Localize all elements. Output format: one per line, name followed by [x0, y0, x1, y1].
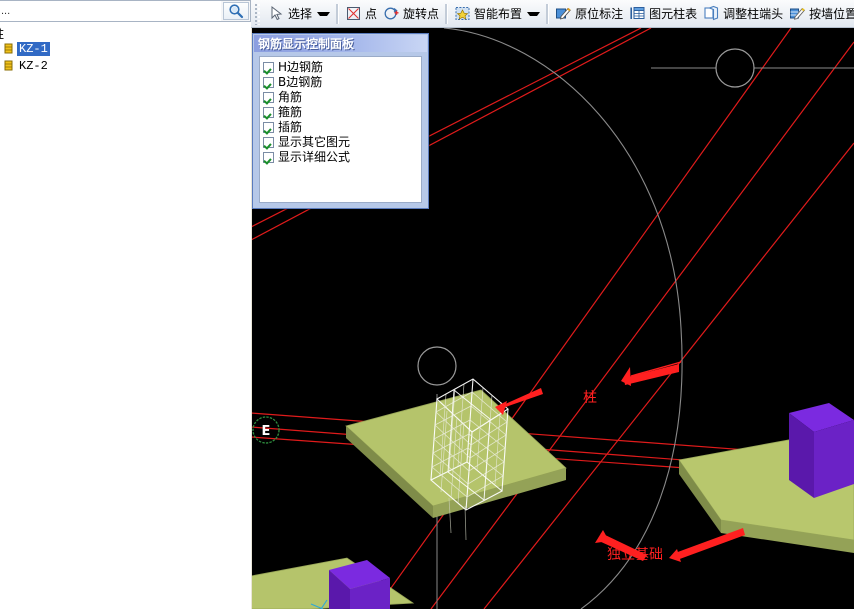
checkbox-icon[interactable] [263, 107, 274, 118]
chevron-down-icon[interactable] [527, 11, 541, 16]
tree-item-label: KZ-2 [19, 58, 48, 73]
annotation-independent-foundation-label: 独立基础 [607, 546, 663, 563]
toolbar-button-smart-layout[interactable]: 智能布置 [451, 2, 543, 26]
left-panel: 柱 KZ-1 [0, 0, 251, 609]
adjust-column-end-icon [703, 5, 720, 22]
toolbar-label: 调整柱端头 [723, 7, 784, 21]
checkbox-row-dowel-rebar[interactable]: 插筋 [263, 120, 421, 135]
toolbar-label: 图元柱表 [649, 7, 698, 21]
search-button[interactable] [223, 2, 249, 20]
toolbar-label: 原位标注 [575, 7, 624, 21]
checkbox-row-stirrup[interactable]: 箍筋 [263, 105, 421, 120]
toolbar-separator [445, 3, 449, 24]
toolbar-button-adjust-column-end[interactable]: 调整柱端头 [700, 2, 786, 26]
rebar-display-control-panel[interactable]: 钢筋显示控制面板 H边钢筋 B边钢筋 角筋 箍筋 插筋 显示其它图元 显示详细公… [252, 33, 429, 209]
tree-item-label: KZ-1 [17, 41, 50, 56]
dialog-title-text: 钢筋显示控制面板 [258, 37, 355, 51]
column-toolbar: 选择 点 旋转点 智能布置 原位标注 图元柱表 调整柱端头 按墙位 [251, 0, 854, 28]
checkbox-label: H边钢筋 [278, 60, 324, 74]
dialog-title-bar[interactable]: 钢筋显示控制面板 [254, 35, 427, 52]
annotation-column-label: 柱 [583, 390, 597, 406]
dialog-option-list: H边钢筋 B边钢筋 角筋 箍筋 插筋 显示其它图元 显示详细公式 [259, 56, 422, 203]
checkbox-label: 插筋 [278, 120, 303, 134]
toolbar-label: 智能布置 [474, 7, 523, 21]
rotate-point-icon [383, 5, 400, 22]
toolbar-label: 选择 [288, 7, 313, 21]
checkbox-icon[interactable] [263, 152, 274, 163]
checkbox-label: 箍筋 [278, 105, 303, 119]
toolbar-separator [336, 3, 340, 24]
checkbox-label: 显示其它图元 [278, 135, 351, 149]
toolbar-label: 旋转点 [403, 7, 440, 21]
axis-marker-unlabeled-mid [417, 346, 457, 386]
checkbox-row-b-side-rebar[interactable]: B边钢筋 [263, 75, 421, 90]
checkbox-icon[interactable] [263, 122, 274, 133]
toolbar-button-draw-by-wall[interactable]: 按墙位置绘制 [786, 2, 854, 26]
toolbar-button-element-column-table[interactable]: 图元柱表 [626, 2, 700, 26]
toolbar-button-select[interactable]: 选择 [265, 2, 333, 26]
in-place-annotation-icon [555, 5, 572, 22]
toolbar-button-rotate-point[interactable]: 旋转点 [380, 2, 442, 26]
object-tree: 柱 KZ-1 [0, 23, 251, 609]
checkbox-label: 显示详细公式 [278, 150, 351, 164]
toolbar-label: 点 [365, 7, 378, 21]
search-input[interactable] [0, 1, 221, 21]
search-bar [0, 0, 251, 22]
toolbar-button-point[interactable]: 点 [342, 2, 380, 26]
checkbox-icon[interactable] [263, 62, 274, 73]
search-icon [229, 4, 244, 19]
checkbox-icon[interactable] [263, 92, 274, 103]
column-block-right[interactable] [789, 403, 854, 498]
column-item-icon [2, 59, 15, 72]
draw-by-wall-icon [789, 5, 806, 22]
chevron-down-icon[interactable] [317, 11, 331, 16]
toolbar-grip-handle[interactable] [254, 2, 263, 25]
tree-item-kz-2[interactable]: KZ-2 [2, 58, 50, 73]
tree-root-label: 柱 [0, 25, 4, 42]
checkbox-icon[interactable] [263, 77, 274, 88]
toolbar-button-in-place-annotation[interactable]: 原位标注 [552, 2, 626, 26]
checkbox-label: 角筋 [278, 90, 303, 104]
checkbox-icon[interactable] [263, 137, 274, 148]
checkbox-row-show-other-elements[interactable]: 显示其它图元 [263, 135, 421, 150]
column-item-icon [2, 42, 15, 55]
checkbox-row-h-side-rebar[interactable]: H边钢筋 [263, 60, 421, 75]
checkbox-row-show-detailed-formula[interactable]: 显示详细公式 [263, 150, 421, 165]
point-icon [345, 5, 362, 22]
toolbar-label: 按墙位置绘制 [809, 7, 854, 21]
toolbar-separator [546, 3, 550, 24]
application-window: 柱 KZ-1 [0, 0, 854, 609]
checkbox-label: B边钢筋 [278, 75, 323, 89]
axis-circle-guides [436, 28, 683, 609]
tree-item-kz-1[interactable]: KZ-1 [2, 41, 50, 56]
axis-marker-e-label: E [262, 424, 271, 439]
smart-layout-icon [454, 5, 471, 22]
element-column-table-icon [629, 5, 646, 22]
checkbox-row-corner-rebar[interactable]: 角筋 [263, 90, 421, 105]
cursor-arrow-icon [268, 5, 285, 22]
